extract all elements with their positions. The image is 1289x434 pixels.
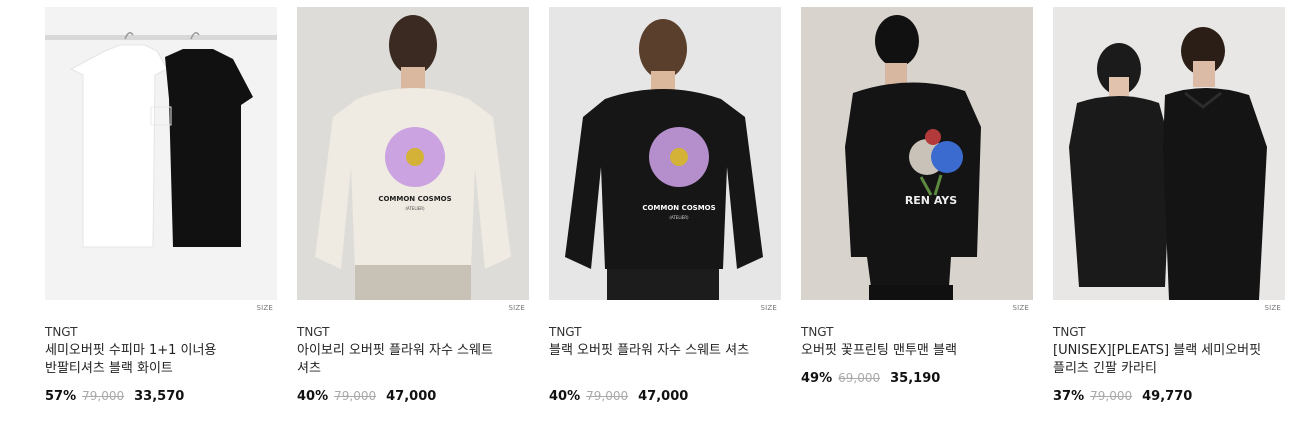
original-price: 79,000 bbox=[334, 389, 377, 403]
product-name[interactable]: 오버핏 꽃프린팅 맨투맨 블랙 bbox=[801, 342, 1013, 360]
size-label[interactable]: SIZE bbox=[760, 304, 777, 312]
brand-name[interactable]: TNGT bbox=[45, 325, 78, 339]
original-price: 79,000 bbox=[1090, 389, 1133, 403]
discount-rate: 57% bbox=[45, 389, 77, 404]
product-photo-pleats-polo bbox=[1053, 7, 1285, 300]
discount-rate: 37% bbox=[1053, 389, 1085, 404]
product-image[interactable]: COMMON COSMOS (ATELIER) bbox=[549, 7, 781, 300]
product-name[interactable]: 아이보리 오버핏 플라워 자수 스웨트 셔츠 bbox=[297, 342, 509, 378]
sale-price: 35,190 bbox=[890, 371, 941, 386]
size-label[interactable]: SIZE bbox=[508, 304, 525, 312]
price-row: 40% 79,000 47,000 bbox=[297, 389, 436, 404]
product-name[interactable]: 블랙 오버핏 플라워 자수 스웨트 셔츠 bbox=[549, 342, 761, 360]
print-text: COMMON COSMOS bbox=[378, 195, 451, 203]
product-image[interactable] bbox=[45, 7, 277, 300]
sale-price: 33,570 bbox=[134, 389, 185, 404]
discount-rate: 40% bbox=[549, 389, 581, 404]
product-image[interactable]: COMMON COSMOS (ATELIER) bbox=[297, 7, 529, 300]
discount-rate: 40% bbox=[297, 389, 329, 404]
product-card[interactable]: SIZE TNGT [UNISEX][PLEATS] 블랙 세미오버핏 플리츠 … bbox=[1053, 7, 1285, 404]
sale-price: 47,000 bbox=[386, 389, 437, 404]
product-photo-black-sweatshirt: COMMON COSMOS (ATELIER) bbox=[549, 7, 781, 300]
product-image[interactable]: REN AYS bbox=[801, 7, 1033, 300]
print-text: COMMON COSMOS bbox=[642, 204, 715, 212]
brand-name[interactable]: TNGT bbox=[801, 325, 834, 339]
brand-name[interactable]: TNGT bbox=[1053, 325, 1086, 339]
product-photo-flower-print-sweatshirt: REN AYS bbox=[801, 7, 1033, 300]
price-row: 37% 79,000 49,770 bbox=[1053, 389, 1192, 404]
price-row: 49% 69,000 35,190 bbox=[801, 371, 940, 386]
price-row: 40% 79,000 47,000 bbox=[549, 389, 688, 404]
size-label[interactable]: SIZE bbox=[1264, 304, 1281, 312]
product-card[interactable]: COMMON COSMOS (ATELIER) SIZE TNGT 블랙 오버핏… bbox=[549, 7, 781, 404]
sale-price: 47,000 bbox=[638, 389, 689, 404]
original-price: 79,000 bbox=[586, 389, 629, 403]
size-label[interactable]: SIZE bbox=[1012, 304, 1029, 312]
print-text: REN AYS bbox=[905, 194, 957, 207]
product-name[interactable]: [UNISEX][PLEATS] 블랙 세미오버핏 플리츠 긴팔 카라티 bbox=[1053, 342, 1265, 378]
product-photo-ivory-sweatshirt: COMMON COSMOS (ATELIER) bbox=[297, 7, 529, 300]
product-card[interactable]: REN AYS SIZE TNGT 오버핏 꽃프린팅 맨투맨 블랙 49% 69,… bbox=[801, 7, 1033, 386]
product-name[interactable]: 세미오버핏 수피마 1+1 이너용 반팔티셔츠 블랙 화이트 bbox=[45, 342, 257, 378]
product-card[interactable]: COMMON COSMOS (ATELIER) SIZE TNGT 아이보리 오… bbox=[297, 7, 529, 404]
brand-name[interactable]: TNGT bbox=[549, 325, 582, 339]
discount-rate: 49% bbox=[801, 371, 833, 386]
product-photo-tshirts bbox=[45, 7, 277, 300]
product-grid: SIZE TNGT 세미오버핏 수피마 1+1 이너용 반팔티셔츠 블랙 화이트… bbox=[0, 0, 1289, 434]
original-price: 69,000 bbox=[838, 371, 881, 385]
brand-name[interactable]: TNGT bbox=[297, 325, 330, 339]
product-image[interactable] bbox=[1053, 7, 1285, 300]
sale-price: 49,770 bbox=[1142, 389, 1193, 404]
print-subtext: (ATELIER) bbox=[669, 215, 689, 220]
size-label[interactable]: SIZE bbox=[256, 304, 273, 312]
product-card[interactable]: SIZE TNGT 세미오버핏 수피마 1+1 이너용 반팔티셔츠 블랙 화이트… bbox=[45, 7, 277, 404]
price-row: 57% 79,000 33,570 bbox=[45, 389, 184, 404]
original-price: 79,000 bbox=[82, 389, 125, 403]
print-subtext: (ATELIER) bbox=[405, 206, 425, 211]
